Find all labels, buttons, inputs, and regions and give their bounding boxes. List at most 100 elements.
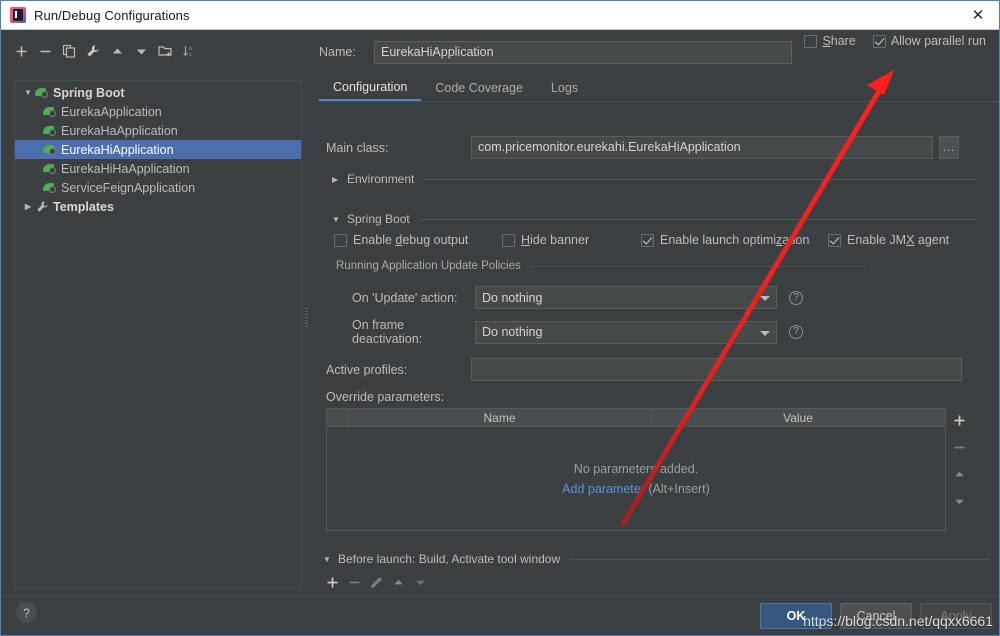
chevron-down-icon[interactable]: ▼: [332, 215, 341, 224]
hide-banner-row[interactable]: Hide banner: [502, 233, 601, 247]
spring-boot-icon: [43, 143, 58, 157]
enable-launch-optimization-label: Enable launch optimization: [660, 233, 809, 247]
chevron-down-icon[interactable]: ▼: [21, 86, 35, 100]
spring-boot-icon: [43, 105, 58, 119]
chevron-down-icon: [760, 331, 770, 336]
main-class-input[interactable]: com.pricemonitor.eurekahi.EurekaHiApplic…: [471, 136, 933, 159]
table-empty-state: No parameters added. Add parameter (Alt+…: [327, 427, 945, 531]
dialog-title: Run/Debug Configurations: [34, 8, 190, 23]
tree-item-label: EurekaHiApplication: [61, 143, 174, 157]
on-frame-deactivation-label: On frame deactivation:: [352, 318, 470, 346]
before-launch-header[interactable]: ▼ Before launch: Build, Activate tool wi…: [323, 552, 989, 566]
allow-parallel-run-checkbox[interactable]: [873, 35, 886, 48]
enable-debug-output-checkbox[interactable]: [334, 234, 347, 247]
tree-item-eureka-ha-application[interactable]: EurekaHaApplication: [15, 121, 301, 140]
name-label: Name:: [319, 45, 369, 59]
move-parameter-up-button[interactable]: [951, 466, 967, 482]
pane-splitter[interactable]: [302, 30, 311, 595]
tree-item-eureka-hi-ha-application[interactable]: EurekaHiHaApplication: [15, 159, 301, 178]
main-class-label: Main class:: [326, 141, 471, 155]
active-profiles-input[interactable]: [471, 358, 962, 381]
section-divider: [570, 559, 989, 560]
parameters-table-toolbar: [946, 408, 972, 531]
update-policies-header: Running Application Update Policies: [336, 260, 866, 272]
move-up-button[interactable]: [106, 40, 128, 62]
new-folder-button[interactable]: [154, 40, 176, 62]
watermark-text: https://blog.csdn.net/qqxx6661: [803, 613, 993, 629]
tab-code-coverage[interactable]: Code Coverage: [421, 74, 537, 101]
spring-boot-section-header[interactable]: ▼ Spring Boot: [332, 212, 976, 226]
move-task-up-button[interactable]: [390, 574, 406, 590]
move-task-down-button[interactable]: [412, 574, 428, 590]
edit-templates-wrench-icon[interactable]: [82, 40, 104, 62]
override-parameters-table[interactable]: Name Value No parameters added. Add para…: [326, 408, 946, 531]
add-parameter-button[interactable]: [951, 412, 967, 428]
configurations-tree[interactable]: ▼ Spring Boot EurekaApplication EurekaHa…: [14, 80, 302, 588]
add-parameter-link[interactable]: Add parameter: [562, 482, 645, 496]
environment-section-header[interactable]: ▶ Environment: [332, 172, 976, 186]
tree-item-eureka-hi-application[interactable]: EurekaHiApplication: [15, 140, 301, 159]
remove-configuration-button[interactable]: [34, 40, 56, 62]
move-down-button[interactable]: [130, 40, 152, 62]
copy-configuration-button[interactable]: [58, 40, 80, 62]
enable-jmx-agent-row[interactable]: Enable JMX agent: [828, 233, 961, 247]
active-profiles-label: Active profiles:: [326, 363, 471, 377]
main-class-row: Main class: com.pricemonitor.eurekahi.Eu…: [326, 136, 976, 159]
tree-item-eureka-application[interactable]: EurekaApplication: [15, 102, 301, 121]
wrench-icon: [35, 200, 50, 214]
chevron-down-icon[interactable]: ▼: [323, 555, 332, 564]
enable-launch-optimization-checkbox[interactable]: [641, 234, 654, 247]
active-profiles-row: Active profiles:: [326, 358, 962, 381]
column-header-value[interactable]: Value: [651, 409, 945, 426]
tree-item-label: ServiceFeignApplication: [61, 181, 195, 195]
sort-configurations-button[interactable]: a z: [178, 40, 200, 62]
remove-task-button[interactable]: [346, 574, 362, 590]
on-update-action-dropdown[interactable]: Do nothing: [475, 286, 777, 309]
hide-banner-checkbox[interactable]: [502, 234, 515, 247]
main-class-browse-button[interactable]: ...: [939, 136, 959, 159]
override-parameters-row: Override parameters:: [326, 390, 444, 404]
section-divider: [531, 266, 866, 267]
add-parameter-shortcut: (Alt+Insert): [648, 482, 709, 496]
update-policies-label: Running Application Update Policies: [336, 260, 521, 272]
remove-parameter-button[interactable]: [951, 439, 967, 455]
column-header-name[interactable]: Name: [349, 409, 651, 426]
tree-group-label: Templates: [53, 200, 114, 214]
allow-parallel-run-label: Allow parallel run: [891, 34, 986, 48]
tree-item-service-feign-application[interactable]: ServiceFeignApplication: [15, 178, 301, 197]
on-update-action-help-icon[interactable]: ?: [789, 291, 803, 305]
intellij-idea-icon: [10, 7, 26, 23]
dialog-titlebar: Run/Debug Configurations ✕: [1, 1, 1000, 30]
add-task-button[interactable]: [324, 574, 340, 590]
close-icon[interactable]: ✕: [955, 1, 1000, 29]
on-update-action-row: On 'Update' action: Do nothing ?: [352, 286, 803, 309]
chevron-right-icon[interactable]: ▶: [332, 175, 341, 184]
spring-boot-icon: [43, 181, 58, 195]
table-gutter: [327, 409, 349, 426]
tree-item-label: EurekaApplication: [61, 105, 162, 119]
enable-launch-optimization-row[interactable]: Enable launch optimization: [641, 233, 821, 247]
on-frame-deactivation-dropdown[interactable]: Do nothing: [475, 321, 777, 344]
splitter-grip: [305, 308, 308, 328]
section-divider: [420, 219, 976, 220]
share-checkbox[interactable]: [804, 35, 817, 48]
edit-task-pencil-icon[interactable]: [368, 574, 384, 590]
tab-logs[interactable]: Logs: [537, 74, 592, 101]
on-frame-deactivation-help-icon[interactable]: ?: [789, 325, 803, 339]
tree-group-templates[interactable]: ▶ Templates: [15, 197, 301, 216]
tree-group-spring-boot[interactable]: ▼ Spring Boot: [15, 83, 301, 102]
chevron-down-icon: [760, 296, 770, 301]
chevron-right-icon[interactable]: ▶: [21, 200, 35, 214]
enable-jmx-agent-checkbox[interactable]: [828, 234, 841, 247]
enable-debug-output-row[interactable]: Enable debug output: [334, 233, 480, 247]
configuration-tab-content: Main class: com.pricemonitor.eurekahi.Eu…: [312, 108, 990, 546]
on-update-action-label: On 'Update' action:: [352, 291, 470, 305]
tab-configuration[interactable]: Configuration: [319, 74, 421, 101]
move-parameter-down-button[interactable]: [951, 493, 967, 509]
tree-item-label: EurekaHiHaApplication: [61, 162, 190, 176]
on-frame-deactivation-value: Do nothing: [482, 325, 542, 339]
spring-boot-section-label: Spring Boot: [347, 212, 410, 226]
add-configuration-button[interactable]: [10, 40, 32, 62]
help-button[interactable]: ?: [16, 602, 37, 623]
name-input[interactable]: EurekaHiApplication: [374, 41, 792, 64]
